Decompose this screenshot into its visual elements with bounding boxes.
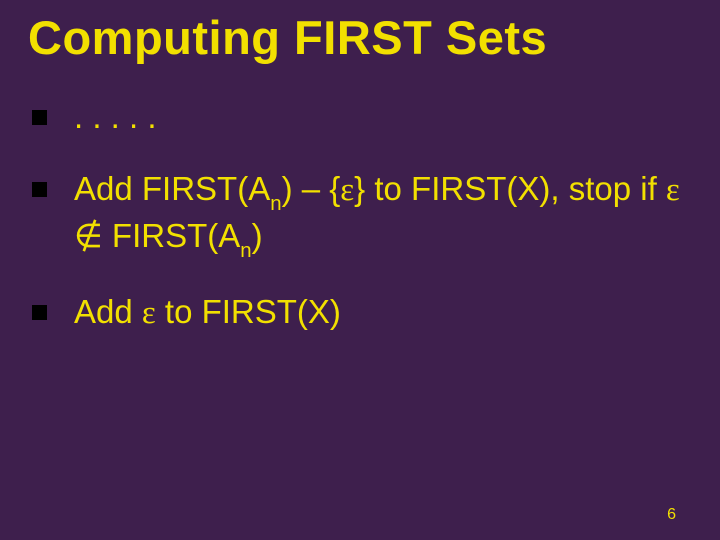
bullet-item-2: Add FIRST(An) – {ε} to FIRST(X), stop if…: [30, 168, 692, 262]
bullet-1-text: . . . . .: [74, 98, 157, 135]
bullet-2-text-d: FIRST(A: [103, 217, 241, 254]
bullet-item-3: Add ε to FIRST(X): [30, 291, 692, 334]
bullet-2-text-c: } to FIRST(X), stop if: [354, 170, 666, 207]
subscript-n-2: n: [240, 239, 251, 262]
slide-number: 6: [667, 506, 676, 524]
epsilon-3: ε: [142, 295, 156, 331]
bullet-item-1: . . . . .: [30, 96, 692, 138]
bullet-3-text-a: Add: [74, 293, 142, 330]
bullet-2-text-b: ) – {: [282, 170, 341, 207]
bullet-2-text-a: Add FIRST(A: [74, 170, 270, 207]
subscript-n-1: n: [270, 192, 281, 215]
epsilon-1: ε: [340, 172, 354, 208]
bullet-2-text-e: ): [252, 217, 263, 254]
slide: Computing FIRST Sets . . . . . Add FIRST…: [0, 0, 720, 540]
epsilon-2: ε: [666, 172, 680, 208]
bullet-list: . . . . . Add FIRST(An) – {ε} to FIRST(X…: [28, 96, 692, 335]
not-in-symbol: ∉: [74, 219, 103, 255]
bullet-3-text-b: to FIRST(X): [156, 293, 341, 330]
slide-title: Computing FIRST Sets: [28, 12, 692, 64]
